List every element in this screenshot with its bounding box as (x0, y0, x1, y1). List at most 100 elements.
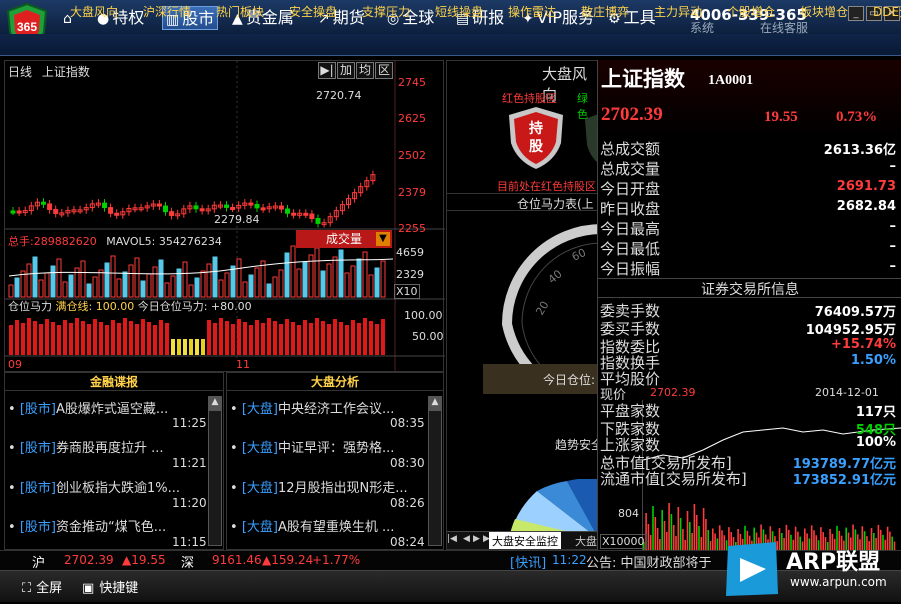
news-item[interactable]: • [股市]券商股再度拉升 ... (8, 437, 164, 456)
position-power-bar (309, 323, 313, 355)
fullscreen-button[interactable]: ⛶ 全屏 (22, 577, 62, 596)
subnav-radar[interactable]: 操作雷达 (508, 3, 556, 20)
hold-text-2: 股 (529, 139, 544, 155)
volume-info: 总手:289882620 MAVOL5: 354276234 (8, 233, 222, 249)
subnav-short-term[interactable]: 短线操盘 (435, 3, 483, 20)
flash-news-tag[interactable]: [快讯] (510, 552, 546, 571)
position-power-bar (219, 318, 223, 355)
news-item[interactable]: • [股市]资金推动“煤飞色... (8, 516, 166, 535)
index-code: 1A0001 (708, 73, 754, 88)
intraday-volume-bar (684, 540, 686, 550)
chart-add-button[interactable]: 加 (337, 62, 355, 79)
position-power-bar (225, 321, 229, 355)
hold-text: 持 (529, 120, 543, 137)
subnav-stock-add[interactable]: 个股增仓 (727, 3, 775, 20)
subnav-support[interactable]: 支撑压力 (362, 3, 410, 20)
volume-bar (110, 255, 116, 298)
sh-label: 沪 (32, 556, 46, 571)
chart-range-button[interactable]: 区 (375, 62, 393, 79)
position-power-bar (333, 319, 337, 355)
intraday-volume-bar (686, 511, 689, 550)
watermark-brand: ARP联盟 (786, 550, 881, 575)
exchange-row: 委卖手数 76409.57万 (600, 300, 900, 320)
subnav-dapan[interactable]: 大盘风向 (70, 3, 118, 20)
subnav-hot-sector[interactable]: 热门板块 (216, 3, 264, 20)
quote-row: 总成交额 2613.36亿 (600, 138, 900, 158)
tab-next-icon[interactable]: ▶ (473, 534, 480, 544)
kline-candle (199, 208, 205, 212)
volume-bar (92, 276, 98, 298)
news-item[interactable]: • [大盘]12月股指出现N形走... (230, 477, 408, 496)
sh-change: ▲19.55 (122, 553, 166, 567)
tab-safety-monitor[interactable]: 大盘安全监控 (489, 532, 561, 549)
volume-bar (158, 259, 164, 298)
volume-bar (206, 263, 212, 298)
scroll-up-icon[interactable]: ▲ (429, 397, 441, 411)
intraday-volume-bar (682, 529, 684, 550)
intraday-volume-bar (882, 534, 884, 550)
subnav-main-force[interactable]: 主力异动 (654, 3, 702, 20)
mid-tab-bar: |◀ ◀ ▶ ▶| 大盘安全监控 大盘 (447, 531, 599, 549)
tab-prev-icon[interactable]: ◀ (463, 534, 470, 544)
news-time: 11:21 (172, 456, 207, 470)
tab-market[interactable]: 大盘 (575, 533, 597, 549)
sub-nav-bar (0, 34, 901, 56)
news-item[interactable]: • [大盘]中央经济工作会议... (230, 398, 394, 417)
intraday-volume-bar (661, 510, 663, 550)
flash-message[interactable]: 公告: 中国财政部将于 (586, 552, 712, 571)
subnav-sector-add[interactable]: 板块增仓 (800, 3, 848, 20)
kline-candle (41, 201, 46, 205)
intraday-volume-bar (675, 536, 677, 550)
position-power-bar (261, 323, 265, 355)
news-item[interactable]: • [大盘]中证早评：强势格... (230, 437, 394, 456)
kline-candle (309, 213, 315, 220)
position-power-bar (33, 321, 37, 355)
intraday-volume-bar (659, 539, 661, 550)
chart-nav-button[interactable]: ▶| (318, 62, 336, 79)
intraday-volume-bar (647, 524, 650, 550)
volume-bar (362, 251, 368, 298)
position-power-bar (39, 324, 43, 355)
subnav-dde[interactable]: DDE资 (873, 3, 901, 20)
subnav-hushen[interactable]: 沪深行情 (143, 3, 191, 20)
news-scrollbar[interactable]: ▲ (428, 396, 442, 546)
scroll-up-icon[interactable]: ▲ (209, 397, 221, 411)
news-item[interactable]: • [大盘]A股有望重焕生机 ... (230, 516, 394, 535)
news-tag: [大盘] (241, 481, 278, 496)
volume-bar (128, 264, 134, 298)
news-scrollbar[interactable]: ▲ (208, 396, 222, 546)
quote-label: 今日最高 (600, 220, 661, 238)
exchange-row: 流通市值[交易所发布] 173852.91亿元 (600, 468, 900, 488)
news-time: 08:24 (390, 535, 425, 549)
news-text: 资金推动“煤飞色... (55, 520, 167, 535)
chart-avg-button[interactable]: 均 (356, 62, 374, 79)
position-power-bar (57, 325, 61, 355)
gauge-tick-label: 40 (546, 267, 565, 286)
quote-row: 今日最低 – (600, 238, 900, 258)
volume-bar (26, 263, 32, 298)
news-text: A股有望重焕生机 ... (277, 520, 395, 535)
news-item[interactable]: • [股市]创业板指大跌逾1%... (8, 477, 180, 496)
intraday-volume-bar (718, 525, 721, 550)
kline-candle (10, 210, 16, 214)
volume-bar (98, 269, 104, 298)
subnav-safe-trade[interactable]: 安全操盘 (289, 3, 337, 20)
tab-first-icon[interactable]: |◀ (447, 534, 457, 544)
shortcut-button[interactable]: ▣ 快捷键 (82, 577, 138, 596)
news-item[interactable]: • [股市]A股爆炸式逼空藏... (8, 398, 168, 417)
dropdown-arrow-icon[interactable]: ▼ (376, 232, 390, 246)
position-power-bar (291, 322, 295, 355)
quote-row: 总成交量 – (600, 158, 900, 178)
volume-bar (236, 258, 242, 298)
position-power-bar (165, 323, 169, 355)
subnav-retail[interactable]: 散庄博弈 (581, 3, 629, 20)
position-power-bar (135, 324, 139, 355)
volume-bar (116, 278, 122, 298)
volume-bar (152, 266, 158, 298)
volume-bar (254, 267, 260, 298)
volume-bar (32, 256, 38, 298)
volume-bar (284, 252, 290, 298)
minimize-button[interactable]: _ (848, 6, 864, 21)
position-power-bar (171, 339, 175, 355)
position-power-bar (9, 325, 13, 355)
